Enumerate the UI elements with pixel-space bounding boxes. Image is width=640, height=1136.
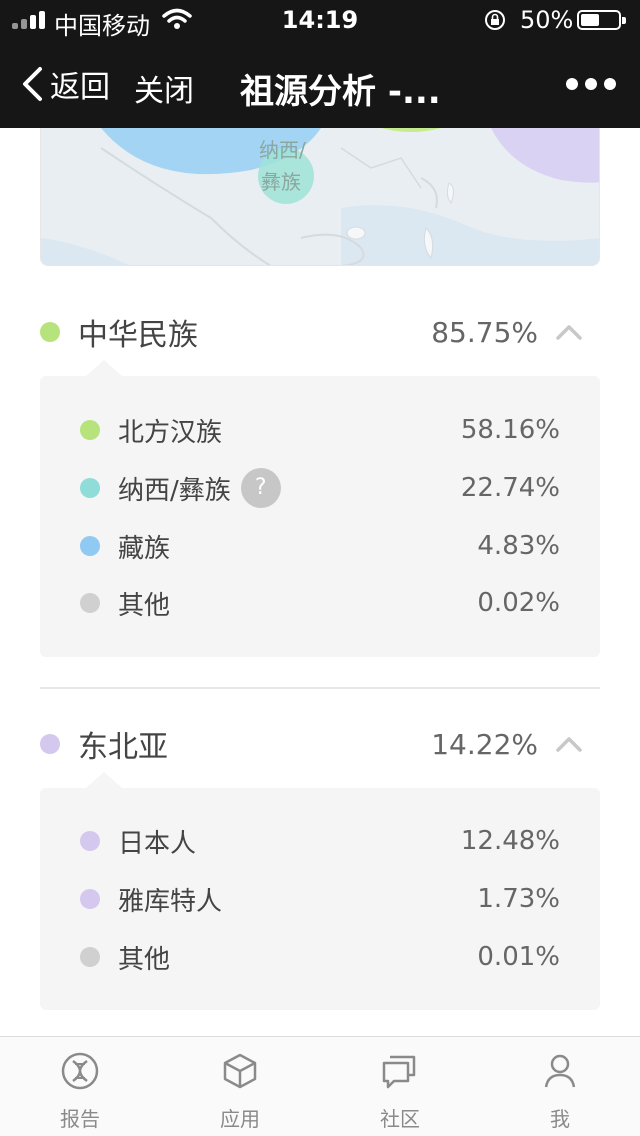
cube-icon <box>223 1053 257 1089</box>
list-item: 纳西/彝族 ? 22.74% <box>80 468 560 508</box>
color-dot <box>40 322 60 342</box>
chevron-up-icon[interactable] <box>554 734 584 754</box>
color-dot <box>80 889 100 909</box>
item-name: 纳西/彝族 <box>118 475 231 506</box>
map-graphic <box>41 128 599 265</box>
dna-report-icon <box>61 1052 99 1090</box>
item-percent: 1.73% <box>477 884 560 914</box>
group-percent: 14.22% <box>431 727 538 761</box>
group-header[interactable]: 中华民族 85.75% <box>40 302 600 362</box>
divider <box>40 687 600 689</box>
tab-bar: 报告 应用 社区 我 <box>0 1036 640 1136</box>
tab-label: 应用 <box>220 1107 260 1131</box>
nav-bar: 返回 关闭 祖源分析 -... <box>0 40 640 128</box>
chevron-left-icon <box>23 67 42 101</box>
item-percent: 4.83% <box>477 531 560 561</box>
tab-label: 我 <box>550 1107 570 1131</box>
color-dot <box>80 947 100 967</box>
item-name: 北方汉族 <box>118 417 223 448</box>
color-dot <box>80 536 100 556</box>
list-item: 其他 0.01% <box>80 937 560 977</box>
group-name: 中华民族 <box>78 318 198 353</box>
page-title: 祖源分析 -... <box>240 72 441 112</box>
status-bar: 中国移动 14:19 50% <box>0 0 640 40</box>
back-label: 返回 <box>50 70 110 105</box>
item-percent: 0.01% <box>477 942 560 972</box>
item-name: 藏族 <box>118 533 171 564</box>
item-percent: 12.48% <box>460 826 560 856</box>
tab-label: 报告 <box>60 1107 100 1131</box>
group-header[interactable]: 东北亚 14.22% <box>40 714 600 774</box>
group-name: 东北亚 <box>78 730 168 765</box>
map-label-line2: 彝族 <box>261 170 301 194</box>
subgroup-card: 日本人 12.48% 雅库特人 1.73% 其他 0.01% <box>40 772 600 1010</box>
top-bar: 中国移动 14:19 50% 返回 关闭 祖源分析 -... <box>0 0 640 128</box>
list-item: 北方汉族 58.16% <box>80 410 560 450</box>
subgroup-card: 北方汉族 58.16% 纳西/彝族 ? 22.74% 藏族 4.83% 其他 0… <box>40 360 600 657</box>
item-name: 雅库特人 <box>118 886 223 917</box>
item-percent: 58.16% <box>460 415 560 445</box>
color-dot <box>80 420 100 440</box>
tab-me[interactable]: 我 <box>480 1037 640 1136</box>
battery-percent: 50% <box>520 6 574 34</box>
color-dot <box>80 831 100 851</box>
tab-label: 社区 <box>380 1107 420 1131</box>
more-icon[interactable] <box>566 76 616 92</box>
person-icon <box>544 1054 576 1088</box>
chat-bubbles-icon <box>382 1055 416 1089</box>
list-item: 日本人 12.48% <box>80 821 560 861</box>
list-item: 雅库特人 1.73% <box>80 879 560 919</box>
item-percent: 22.74% <box>460 473 560 503</box>
color-dot <box>80 593 100 613</box>
back-button[interactable]: 返回 <box>20 64 118 105</box>
list-item: 其他 0.02% <box>80 583 560 623</box>
ancestry-map[interactable]: 纳西/ 彝族 <box>40 128 600 266</box>
help-icon[interactable]: ? <box>240 468 281 508</box>
tab-apps[interactable]: 应用 <box>160 1037 320 1136</box>
battery-icon <box>577 10 626 30</box>
tab-report[interactable]: 报告 <box>0 1037 160 1136</box>
item-name: 其他 <box>118 944 171 975</box>
chevron-up-icon[interactable] <box>554 322 584 342</box>
tab-community[interactable]: 社区 <box>320 1037 480 1136</box>
color-dot <box>40 734 60 754</box>
item-percent: 0.02% <box>477 588 560 618</box>
group-percent: 85.75% <box>431 315 538 349</box>
item-name: 日本人 <box>118 828 197 859</box>
list-item: 藏族 4.83% <box>80 526 560 566</box>
orientation-lock-icon <box>485 10 505 30</box>
map-label-line1: 纳西/ <box>259 138 306 162</box>
item-name: 其他 <box>118 590 171 621</box>
color-dot <box>80 478 100 498</box>
close-button[interactable]: 关闭 <box>134 66 194 110</box>
